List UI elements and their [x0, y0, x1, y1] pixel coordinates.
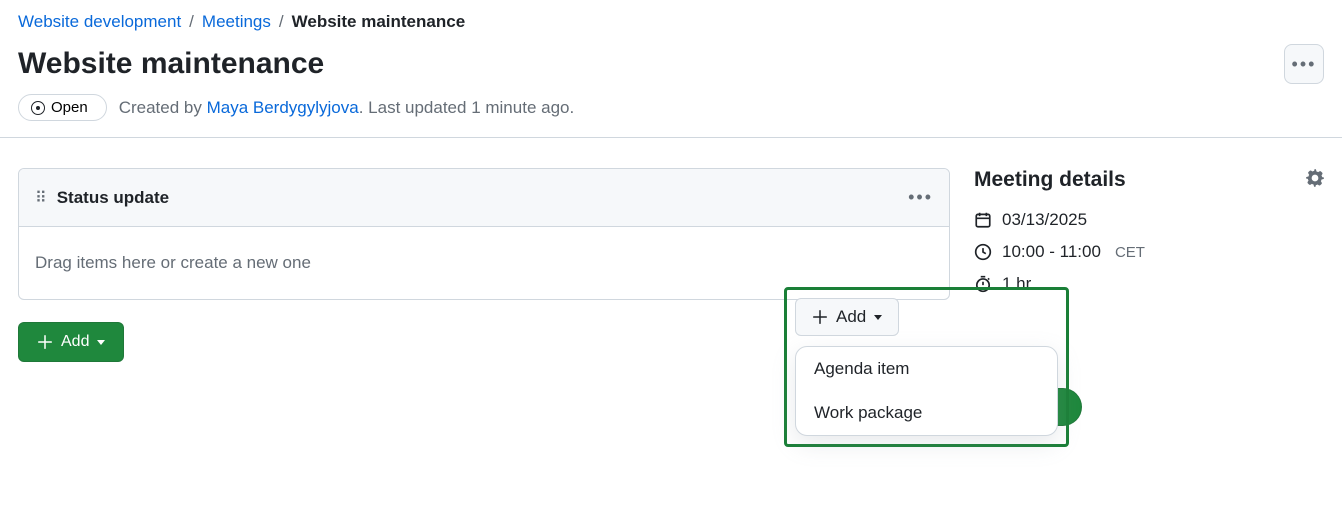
- dropdown-item-workpackage[interactable]: Work package: [796, 391, 1057, 435]
- add-button-label: Add: [61, 333, 89, 351]
- add-dropdown-menu: Agenda item Work package: [795, 346, 1058, 436]
- ellipsis-icon: •••: [1292, 54, 1317, 75]
- detail-date: 03/13/2025: [974, 204, 1324, 236]
- highlighted-dropdown-region: Add Agenda item Work package: [784, 287, 1069, 447]
- detail-time: 10:00 - 11:00 CET: [974, 236, 1324, 268]
- section-add-label: Add: [836, 307, 866, 327]
- status-label: Open: [51, 99, 88, 116]
- section-add-button[interactable]: Add: [795, 298, 899, 336]
- detail-date-value: 03/13/2025: [1002, 210, 1087, 230]
- detail-time-value: 10:00 - 11:00: [1002, 242, 1101, 262]
- open-status-icon: [31, 101, 45, 115]
- gear-icon[interactable]: [1306, 169, 1324, 192]
- dropdown-item-agenda[interactable]: Agenda item: [796, 347, 1057, 391]
- created-by-prefix: Created by: [119, 98, 207, 117]
- breadcrumb-separator: /: [189, 12, 194, 32]
- agenda-section: ⠿ Status update ••• Drag items here or c…: [18, 168, 950, 300]
- calendar-icon: [974, 211, 992, 229]
- breadcrumb-link-project[interactable]: Website development: [18, 12, 181, 32]
- add-button-primary[interactable]: Add: [18, 322, 124, 362]
- updated-suffix: . Last updated 1 minute ago.: [359, 98, 575, 117]
- chevron-down-icon: [874, 315, 882, 320]
- section-title: Status update: [57, 188, 896, 208]
- stopwatch-icon: [974, 275, 992, 293]
- page-title: Website maintenance: [18, 47, 324, 81]
- chevron-down-icon: [97, 340, 105, 345]
- detail-timezone: CET: [1115, 244, 1145, 261]
- status-dropdown[interactable]: Open: [18, 94, 107, 121]
- meta-text: Created by Maya Berdygylyjova. Last upda…: [119, 98, 575, 118]
- clock-icon: [974, 243, 992, 261]
- section-placeholder: Drag items here or create a new one: [35, 253, 311, 273]
- breadcrumb-link-meetings[interactable]: Meetings: [202, 12, 271, 32]
- drag-handle-icon[interactable]: ⠿: [35, 188, 45, 208]
- detail-duration: 1 hr: [974, 268, 1324, 300]
- detail-duration-value: 1 hr: [1002, 274, 1031, 294]
- plus-icon: [812, 309, 828, 325]
- plus-icon: [37, 334, 53, 350]
- breadcrumb-current: Website maintenance: [292, 12, 466, 32]
- meeting-details-title: Meeting details: [974, 168, 1126, 192]
- section-more-button[interactable]: •••: [908, 187, 933, 208]
- breadcrumb: Website development / Meetings / Website…: [0, 0, 1342, 36]
- created-by-link[interactable]: Maya Berdygylyjova: [207, 98, 359, 117]
- breadcrumb-separator: /: [279, 12, 284, 32]
- more-actions-button[interactable]: •••: [1284, 44, 1324, 84]
